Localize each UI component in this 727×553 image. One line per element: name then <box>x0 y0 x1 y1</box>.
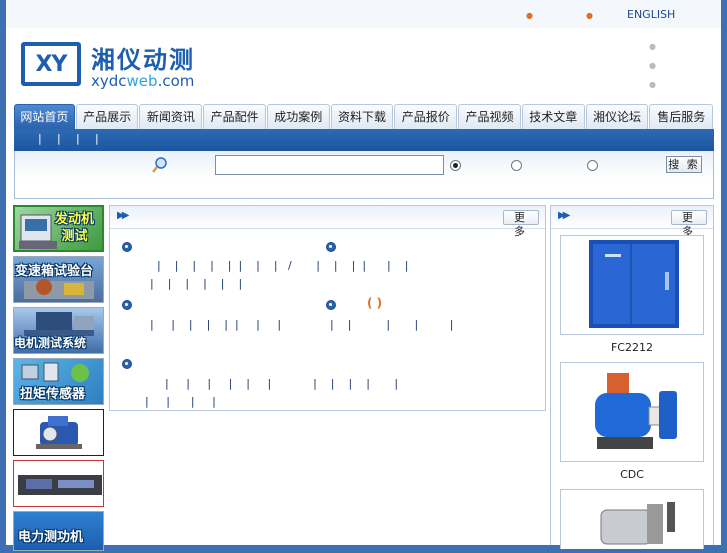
product-more-button[interactable]: 更 多 <box>671 210 707 238</box>
nav-tab-quotes[interactable]: 产品报价 <box>394 104 458 129</box>
news-count-paren: ( ) <box>367 296 383 310</box>
nav-tab-home[interactable]: 网站首页 <box>14 104 75 129</box>
nav-tab-articles[interactable]: 技术文章 <box>521 104 585 129</box>
nav-tab-downloads[interactable]: 资料下载 <box>330 104 394 129</box>
decor-dot: ● <box>649 80 656 89</box>
thumb-caption: 变速箱试验台 <box>15 264 94 279</box>
nav-tab-products[interactable]: 产品展示 <box>75 104 139 129</box>
nav-tab-forum[interactable]: 湘仪论坛 <box>585 104 649 129</box>
double-arrow-icon: ▶▶ <box>117 210 130 221</box>
subnav-divider: | <box>76 132 80 145</box>
thumb-motor-test[interactable]: 电机测试系统 <box>13 307 104 354</box>
search-icon <box>151 156 169 178</box>
product-card-fc2212[interactable] <box>560 235 704 335</box>
news-more-button[interactable]: 更 多 <box>503 210 539 238</box>
thumb-controller[interactable] <box>13 460 104 507</box>
subnav-divider: | <box>38 132 42 145</box>
product-name[interactable]: FC2212 <box>560 341 704 354</box>
list-bullet-icon <box>122 300 132 310</box>
product-card-cdc[interactable] <box>560 362 704 462</box>
news-links-row[interactable]: | | | | <box>145 395 216 408</box>
top-bar: ● ● ENGLISH <box>6 0 721 28</box>
thumb-gearbox-test[interactable]: 变速箱试验台 <box>13 256 104 303</box>
list-bullet-icon <box>326 242 336 252</box>
product-name[interactable]: CDC <box>560 468 704 481</box>
search-scope-radio[interactable] <box>587 160 598 171</box>
english-link[interactable]: ENGLISH <box>627 8 675 21</box>
decor-dot: ● <box>649 61 656 70</box>
page-frame: ● ● ENGLISH XY 湘仪动测 xydcweb.com ● ● ● 网站… <box>6 0 721 551</box>
search-button[interactable]: 搜 索 <box>666 156 702 173</box>
search-scope-radio[interactable] <box>511 160 522 171</box>
product-panel: ▶▶ 更 多 FC2212 CDC <box>550 205 714 549</box>
thumb-caption: 扭矩传感器 <box>20 387 86 402</box>
search-bar: 搜 索 <box>14 151 714 199</box>
news-links-row[interactable]: | | | | | | <box>150 277 242 290</box>
thumb-electric-dyno[interactable]: 电力测功机 <box>13 511 104 551</box>
product-panel-header: ▶▶ 更 多 <box>551 206 713 238</box>
news-links-row[interactable]: | | | | | | | | | | | <box>165 377 398 390</box>
news-panel: ▶▶ 更 多 | | | | | | | | / | | | | | | | |… <box>109 205 546 411</box>
subnav-divider: | <box>95 132 99 145</box>
nav-tab-videos[interactable]: 产品视频 <box>458 104 521 129</box>
nav-tab-cases[interactable]: 成功案例 <box>266 104 330 129</box>
search-scope-radio[interactable] <box>450 160 461 171</box>
thumb-dyno-unit[interactable] <box>13 409 104 456</box>
decor-dot: ● <box>649 42 656 51</box>
list-bullet-icon <box>326 300 336 310</box>
sub-nav: | | | | <box>14 129 714 151</box>
nav-tab-service[interactable]: 售后服务 <box>649 104 714 129</box>
list-bullet-icon <box>122 359 132 369</box>
logo-chinese-name: 湘仪动测 <box>91 46 195 74</box>
double-arrow-icon: ▶▶ <box>558 210 571 221</box>
thumb-caption: 电力测功机 <box>18 530 84 545</box>
nav-tab-news[interactable]: 新闻资讯 <box>139 104 203 129</box>
list-bullet-icon <box>122 242 132 252</box>
nav-tab-parts[interactable]: 产品配件 <box>203 104 266 129</box>
product-card-3[interactable] <box>560 489 704 549</box>
news-links-row[interactable]: | | | | | | | | / | | | | | | <box>157 259 408 272</box>
search-input[interactable] <box>215 155 444 175</box>
thumb-caption: 电机测试系统 <box>14 336 87 350</box>
thumb-caption: 发动机 测试 <box>55 212 95 244</box>
subnav-divider: | <box>57 132 61 145</box>
bullet-dot: ● <box>586 11 593 20</box>
news-links-row[interactable]: | | | | | | | | | | | | | <box>150 318 453 331</box>
logo-mark: XY <box>21 42 81 86</box>
logo-domain: xydcweb.com <box>91 72 195 90</box>
bullet-dot: ● <box>526 11 533 20</box>
news-panel-header: ▶▶ 更 多 <box>110 206 545 238</box>
thumb-torque-sensor[interactable]: 扭矩传感器 <box>13 358 104 405</box>
main-nav: 网站首页 产品展示 新闻资讯 产品配件 成功案例 资料下载 产品报价 产品视频 … <box>14 104 714 129</box>
thumb-engine-test[interactable]: 发动机 测试 <box>13 205 104 252</box>
